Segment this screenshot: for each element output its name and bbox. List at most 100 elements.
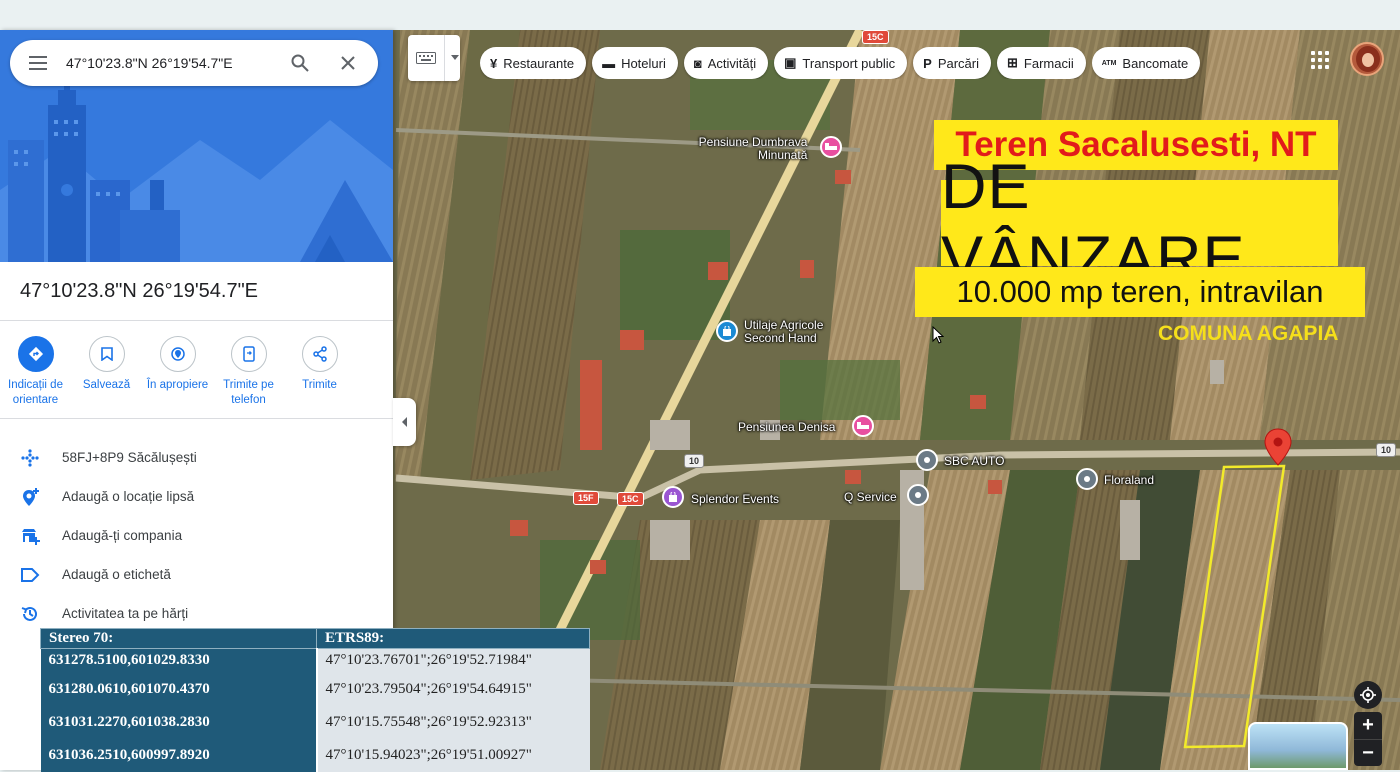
etrs89-cell: 47°10'23.76701";26°19'52.71984" — [316, 648, 590, 673]
label-sbc-auto[interactable]: SBC AUTO — [944, 455, 1004, 468]
chip-activitati[interactable]: ◙ Activități — [683, 47, 769, 79]
chip-label: Farmacii — [1023, 55, 1074, 71]
nearby-button[interactable]: În apropiere — [142, 336, 213, 416]
add-business-icon — [22, 528, 40, 545]
label-icon — [21, 567, 40, 582]
event-pin-splendor[interactable] — [662, 486, 684, 508]
label-pensiune-dumbrava-line1: Pensiune Dumbrava — [698, 135, 808, 149]
add-missing-place-row[interactable]: Adaugă o locație lipsă — [0, 477, 393, 516]
directions-circle — [17, 336, 54, 372]
stereo70-cell: 631278.5100,601029.8330 — [40, 648, 318, 673]
column-header-stereo70: Stereo 70: — [40, 628, 317, 649]
minus-icon: − — [1362, 741, 1374, 764]
dropdown-arrow-icon[interactable] — [451, 55, 459, 61]
label-pensiune-dumbrava-line2: Minunată — [758, 148, 808, 162]
avatar-face — [1362, 53, 1374, 67]
separator — [444, 35, 445, 81]
place-pin-floraland[interactable] — [1076, 468, 1098, 490]
place-pin-sbc-auto[interactable] — [916, 449, 938, 471]
zoom-in-button[interactable]: + — [1354, 712, 1382, 739]
save-circle — [88, 336, 125, 372]
menu-button[interactable] — [10, 40, 66, 86]
overlay-commune: COMUNA AGAPIA — [1158, 322, 1339, 345]
apps-grid-icon[interactable] — [1304, 44, 1336, 76]
plus-code-icon — [21, 448, 39, 467]
add-location-icon — [23, 487, 39, 506]
chip-hoteluri[interactable]: ▬ Hoteluri — [592, 47, 678, 79]
hotel-pin-denisa[interactable] — [852, 415, 874, 437]
etrs89-cell: 47°10'23.79504";26°19'54.64915" — [316, 672, 590, 706]
chip-restaurante[interactable]: ¥ Restaurante — [480, 47, 587, 79]
layers-thumbnail[interactable] — [1248, 722, 1348, 770]
location-pin-icon[interactable] — [1264, 428, 1292, 466]
action-label: Trimite — [302, 379, 337, 391]
chip-label: Restaurante — [503, 55, 575, 71]
label-pensiune-dumbrava[interactable]: Pensiune Dumbrava Minunată — [694, 135, 808, 162]
table-row: 631278.5100,601029.8330 47°10'23.76701";… — [40, 648, 590, 673]
overlay-area: 10.000 mp teren, intravilan — [915, 267, 1365, 317]
hotel-pin-dumbrava[interactable] — [820, 136, 842, 158]
label-pensiunea-denisa[interactable]: Pensiunea Denisa — [738, 421, 835, 434]
hamburger-icon — [29, 56, 47, 70]
chip-label: Parcări — [937, 55, 980, 71]
send-to-phone-button[interactable]: Trimite pe telefon — [213, 336, 284, 416]
label-utilaje-agricole[interactable]: Utilaje Agricole Second Hand — [744, 319, 823, 345]
add-missing-place-text: Adaugă o locație lipsă — [62, 489, 195, 504]
zoom-out-button[interactable]: − — [1354, 739, 1382, 766]
search-icon — [291, 54, 309, 72]
action-label: Trimite pe telefon — [223, 379, 274, 406]
label-utilaje-line1: Utilaje Agricole — [744, 318, 824, 332]
avatar[interactable] — [1350, 42, 1384, 76]
label-q-service[interactable]: Q Service — [844, 491, 897, 504]
column-header-etrs89: ETRS89: — [316, 628, 590, 649]
action-buttons: Indicații de orientare Salvează În aprop… — [0, 336, 393, 416]
top-strip — [0, 0, 1400, 30]
search-bar — [10, 40, 378, 86]
place-title: 47°10'23.8"N 26°19'54.7"E — [20, 280, 259, 302]
chip-parcari[interactable]: P Parcări — [913, 47, 992, 79]
chip-farmacii[interactable]: ⊞ Farmacii — [997, 47, 1086, 79]
clear-search-button[interactable] — [324, 40, 372, 86]
action-label: Indicații de orientare — [8, 379, 63, 406]
label-floraland[interactable]: Floraland — [1104, 474, 1154, 487]
search-input[interactable] — [66, 55, 276, 71]
category-chips: ¥ Restaurante ▬ Hoteluri ◙ Activități ▣ Tran… — [480, 47, 1260, 79]
directions-button[interactable]: Indicații de orientare — [0, 336, 71, 416]
label-splendor-events[interactable]: Splendor Events — [691, 493, 779, 506]
share-button[interactable]: Trimite — [284, 336, 355, 416]
restaurant-icon: ¥ — [490, 55, 498, 71]
chip-bancomate[interactable]: ATM Bancomate — [1091, 47, 1201, 79]
info-rows: 58FJ+8P9 Săcălușești Adaugă o locație li… — [0, 438, 393, 633]
hero-illustration — [0, 30, 393, 262]
hotel-icon: ▬ — [602, 55, 616, 71]
stereo70-cell: 631031.2270,601038.2830 — [40, 705, 318, 739]
save-button[interactable]: Salvează — [71, 336, 142, 416]
road-shield-15c-top: 15C — [862, 30, 889, 44]
close-icon — [341, 56, 355, 70]
shop-pin-utilaje[interactable] — [716, 320, 738, 342]
add-label-text: Adaugă o etichetă — [62, 567, 171, 582]
dot-icon — [924, 457, 930, 463]
send-to-phone-icon — [242, 346, 255, 362]
add-label-row[interactable]: Adaugă o etichetă — [0, 555, 393, 594]
keyboard-icon — [416, 52, 436, 64]
share-circle — [301, 336, 338, 372]
chip-transport-public[interactable]: ▣ Transport public — [774, 47, 908, 79]
collapse-panel-button[interactable] — [393, 398, 416, 446]
maps-activity-text: Activitatea ta pe hărți — [62, 606, 189, 621]
bookmark-icon — [100, 347, 113, 361]
my-location-button[interactable] — [1354, 681, 1382, 709]
road-shield-10: 10 — [684, 454, 705, 468]
crosshair-icon — [1360, 687, 1376, 703]
plus-code-text: 58FJ+8P9 Săcălușești — [62, 450, 197, 465]
search-button[interactable] — [276, 40, 324, 86]
place-pin-q-service[interactable] — [907, 484, 929, 506]
bed-icon — [857, 422, 869, 429]
add-business-row[interactable]: Adaugă-ți compania — [0, 516, 393, 555]
plus-code-row[interactable]: 58FJ+8P9 Săcălușești — [0, 438, 393, 477]
mouse-cursor-icon — [932, 326, 944, 344]
directions-icon — [28, 346, 43, 362]
input-tools-button[interactable] — [408, 35, 460, 81]
share-icon — [312, 346, 327, 362]
nearby-icon — [170, 347, 185, 361]
